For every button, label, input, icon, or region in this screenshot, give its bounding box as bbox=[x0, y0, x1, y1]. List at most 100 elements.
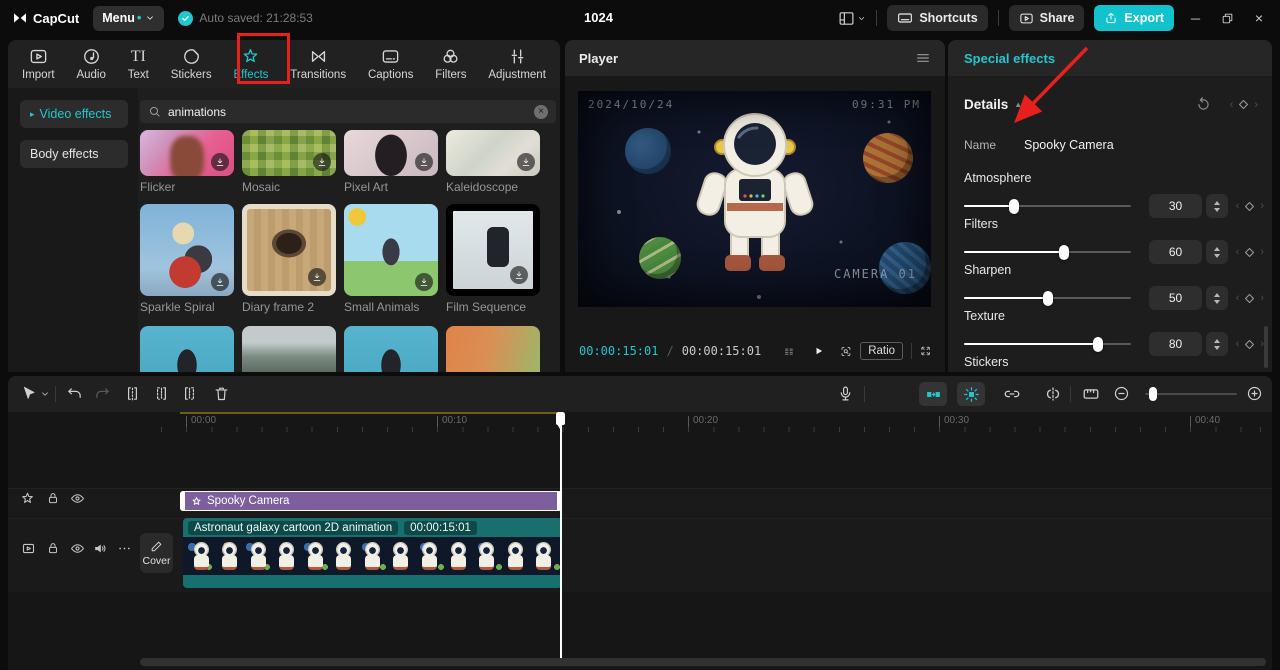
menu-button[interactable]: Menu • bbox=[93, 5, 165, 31]
atmosphere-value[interactable]: 30 bbox=[1149, 194, 1203, 218]
toggle-visibility-icon[interactable] bbox=[70, 541, 85, 556]
keyframe-diamond-icon[interactable] bbox=[1242, 291, 1257, 306]
tab-adjustment[interactable]: Adjustment bbox=[488, 47, 546, 81]
split-icon[interactable] bbox=[124, 385, 141, 402]
restore-button[interactable] bbox=[1216, 12, 1238, 25]
timeline-scale-icon[interactable] bbox=[1082, 385, 1100, 403]
sharpen-value[interactable]: 50 bbox=[1149, 286, 1203, 310]
collapse-icon[interactable]: ▲ bbox=[1014, 100, 1022, 109]
download-icon[interactable] bbox=[211, 153, 229, 171]
edit-cover-button[interactable]: Cover bbox=[140, 533, 173, 573]
category-video-effects[interactable]: ▸ Video effects bbox=[20, 100, 128, 128]
effect-card[interactable]: Kaleidoscope bbox=[446, 130, 540, 194]
timeline-horizontal-scrollbar[interactable] bbox=[140, 658, 1266, 666]
more-options-icon[interactable] bbox=[117, 541, 132, 556]
effect-card[interactable]: Mosaic bbox=[242, 130, 336, 194]
effect-card[interactable] bbox=[344, 326, 438, 372]
effect-thumbnail[interactable] bbox=[140, 326, 234, 372]
slider-knob[interactable] bbox=[1042, 291, 1053, 306]
auto-preview-toggle[interactable] bbox=[957, 382, 985, 406]
select-tool-icon[interactable] bbox=[20, 385, 37, 402]
playhead-handle[interactable] bbox=[556, 412, 565, 429]
video-preview[interactable]: 2024/10/24 09:31 PM CAMERA 01 bbox=[578, 91, 931, 307]
tab-audio[interactable]: Audio bbox=[76, 47, 106, 81]
step-down-icon[interactable] bbox=[1213, 253, 1220, 258]
link-icon[interactable] bbox=[1003, 385, 1021, 403]
delete-icon[interactable] bbox=[213, 385, 230, 402]
keyframe-prev-icon[interactable]: ‹ bbox=[1236, 292, 1240, 304]
effect-card[interactable]: Film Sequence bbox=[446, 204, 540, 314]
layout-switcher-button[interactable] bbox=[838, 10, 866, 27]
zoom-in-icon[interactable] bbox=[1246, 385, 1263, 402]
effect-card[interactable]: Flicker bbox=[140, 130, 234, 194]
inspector-scrollbar[interactable] bbox=[1264, 326, 1268, 368]
step-down-icon[interactable] bbox=[1213, 299, 1220, 304]
effect-thumbnail[interactable] bbox=[242, 204, 336, 296]
keyframe-next-icon[interactable]: › bbox=[1254, 99, 1258, 111]
keyframe-prev-icon[interactable]: ‹ bbox=[1230, 99, 1234, 111]
shortcuts-button[interactable]: Shortcuts bbox=[887, 5, 988, 31]
effect-thumbnail[interactable] bbox=[446, 130, 540, 176]
keyframe-next-icon[interactable]: › bbox=[1260, 292, 1264, 304]
download-icon[interactable] bbox=[313, 153, 331, 171]
split-adjust-icon[interactable] bbox=[1044, 385, 1062, 403]
search-input[interactable]: animations × bbox=[140, 100, 556, 123]
effect-thumbnail[interactable] bbox=[242, 326, 336, 372]
keyframe-diamond-icon[interactable] bbox=[1242, 245, 1257, 260]
sharpen-stepper[interactable] bbox=[1206, 286, 1228, 310]
slider-knob[interactable] bbox=[1059, 245, 1070, 260]
lock-track-icon[interactable] bbox=[46, 541, 60, 555]
step-up-icon[interactable] bbox=[1213, 246, 1220, 251]
player-menu-icon[interactable] bbox=[915, 50, 931, 66]
magnetic-snap-toggle[interactable] bbox=[919, 382, 947, 406]
frame-view-icon[interactable] bbox=[783, 343, 795, 360]
effect-clip-spooky-camera[interactable]: Spooky Camera bbox=[180, 491, 562, 511]
effect-card[interactable] bbox=[446, 326, 540, 372]
tab-text[interactable]: TI Text bbox=[128, 47, 149, 81]
mute-track-icon[interactable] bbox=[93, 541, 108, 556]
effect-thumbnail[interactable] bbox=[446, 204, 540, 296]
share-button[interactable]: Share bbox=[1008, 5, 1085, 31]
keyframe-diamond-icon[interactable] bbox=[1236, 97, 1251, 112]
split-delete-right-icon[interactable] bbox=[181, 385, 198, 402]
clear-search-icon[interactable]: × bbox=[534, 104, 548, 119]
playhead[interactable] bbox=[556, 412, 565, 658]
download-icon[interactable] bbox=[415, 273, 433, 291]
effect-thumbnail[interactable] bbox=[140, 130, 234, 176]
atmosphere-stepper[interactable] bbox=[1206, 194, 1228, 218]
timeline-zoom-slider[interactable] bbox=[1145, 393, 1237, 395]
effect-thumbnail[interactable] bbox=[140, 204, 234, 296]
tab-transitions[interactable]: Transitions bbox=[290, 47, 346, 81]
download-icon[interactable] bbox=[517, 153, 535, 171]
atmosphere-slider[interactable] bbox=[964, 199, 1131, 214]
download-icon[interactable] bbox=[415, 153, 433, 171]
effect-thumbnail[interactable] bbox=[344, 130, 438, 176]
keyframe-diamond-icon[interactable] bbox=[1242, 337, 1257, 352]
effect-card[interactable]: Diary frame 2 bbox=[242, 204, 336, 314]
effect-thumbnail[interactable] bbox=[242, 130, 336, 176]
split-delete-left-icon[interactable] bbox=[153, 385, 170, 402]
step-down-icon[interactable] bbox=[1213, 345, 1220, 350]
step-up-icon[interactable] bbox=[1213, 292, 1220, 297]
redo-icon[interactable] bbox=[94, 385, 111, 402]
fullscreen-icon[interactable] bbox=[920, 343, 931, 359]
play-button[interactable] bbox=[813, 343, 824, 359]
tab-stickers[interactable]: Stickers bbox=[171, 47, 212, 81]
minimize-button[interactable] bbox=[1184, 12, 1206, 25]
tab-filters[interactable]: Filters bbox=[435, 47, 467, 81]
sharpen-slider[interactable] bbox=[964, 291, 1131, 306]
lock-track-icon[interactable] bbox=[46, 491, 60, 505]
ratio-button[interactable]: Ratio bbox=[860, 342, 904, 360]
download-icon[interactable] bbox=[211, 273, 229, 291]
texture-value[interactable]: 80 bbox=[1149, 332, 1203, 356]
effect-card[interactable]: Sparkle Spiral bbox=[140, 204, 234, 314]
reset-icon[interactable] bbox=[1195, 96, 1212, 113]
slider-knob[interactable] bbox=[1092, 337, 1103, 352]
tab-effects[interactable]: Effects bbox=[233, 47, 268, 81]
effect-thumbnail[interactable] bbox=[344, 204, 438, 296]
record-voiceover-icon[interactable] bbox=[837, 385, 854, 402]
effect-card[interactable] bbox=[242, 326, 336, 372]
toggle-visibility-icon[interactable] bbox=[70, 491, 85, 506]
tab-captions[interactable]: Captions bbox=[368, 47, 413, 81]
select-tool-chevron-icon[interactable] bbox=[40, 389, 50, 399]
